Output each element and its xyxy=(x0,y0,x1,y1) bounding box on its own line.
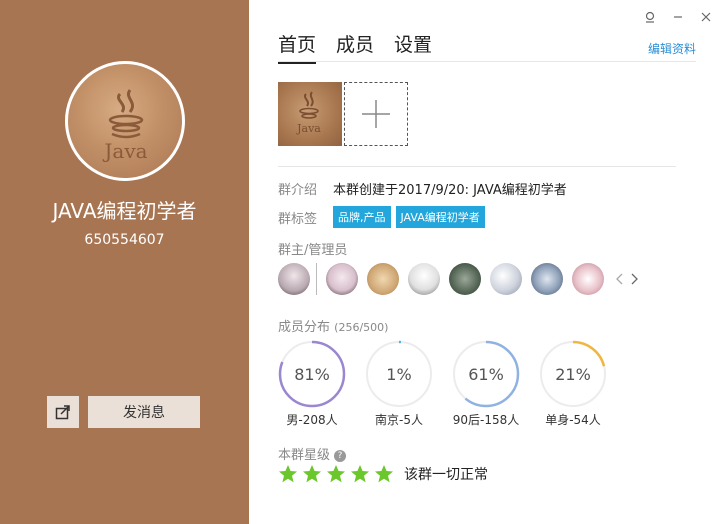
admin-avatar[interactable] xyxy=(367,263,399,295)
admin-avatar[interactable] xyxy=(490,263,522,295)
group-avatar[interactable]: Java xyxy=(65,61,185,181)
member-stats: 81% 男-208人 1% 南京-5人 61% 90后-158人 21% 单身-… xyxy=(278,340,626,428)
stat-gender[interactable]: 81% 男-208人 xyxy=(278,340,365,428)
stat-percent: 1% xyxy=(386,364,412,384)
star-icon xyxy=(303,465,321,483)
stat-label: 单身-54人 xyxy=(545,413,601,427)
chevron-left-icon[interactable] xyxy=(613,263,627,295)
close-icon[interactable] xyxy=(696,8,716,26)
svg-text:Java: Java xyxy=(102,139,147,163)
members-distribution-label: 成员分布 (256/500) xyxy=(278,316,388,335)
group-profile-panel: Java JAVA编程初学者 650554607 发消息 xyxy=(0,0,249,524)
tab-divider xyxy=(278,61,696,62)
stat-ring: 81% xyxy=(278,340,346,408)
admin-avatar[interactable] xyxy=(408,263,440,295)
svg-text:Java: Java xyxy=(296,122,321,135)
stat-ring: 61% xyxy=(452,340,520,408)
add-photo-button[interactable] xyxy=(344,82,408,146)
group-id: 650554607 xyxy=(84,232,165,248)
group-tags-row: 群标签 品牌,产品 JAVA编程初学者 xyxy=(278,206,485,228)
tab-bar: 首页 成员 设置 xyxy=(278,30,432,64)
admin-avatar[interactable] xyxy=(449,263,481,295)
send-message-button[interactable]: 发消息 xyxy=(88,396,200,428)
intro-label: 群介绍 xyxy=(278,183,318,198)
rating-status: 该群一切正常 xyxy=(404,467,488,483)
owner-avatar[interactable] xyxy=(278,263,310,295)
share-icon xyxy=(55,405,70,420)
tab-home[interactable]: 首页 xyxy=(278,30,317,64)
star-icon xyxy=(351,465,369,483)
skin-icon[interactable] xyxy=(640,8,660,26)
rating-label-row: 本群星级? xyxy=(278,444,347,463)
tab-members[interactable]: 成员 xyxy=(336,30,374,64)
tab-settings[interactable]: 设置 xyxy=(394,30,432,64)
minimize-icon[interactable] xyxy=(668,8,688,26)
edit-profile-link[interactable]: 编辑资料 xyxy=(648,40,696,57)
stat-location[interactable]: 1% 南京-5人 xyxy=(365,340,452,428)
star-rating: 该群一切正常 xyxy=(278,464,488,484)
star-icon xyxy=(375,465,393,483)
plus-icon xyxy=(362,100,390,128)
tags-label: 群标签 xyxy=(278,211,318,227)
group-intro-row: 群介绍 本群创建于2017/9/20: JAVA编程初学者 xyxy=(278,179,567,198)
section-divider xyxy=(278,166,676,167)
owner-divider xyxy=(316,263,317,295)
java-logo-icon: Java xyxy=(296,91,321,135)
help-icon[interactable]: ? xyxy=(334,449,347,462)
member-count: (256/500) xyxy=(334,321,389,334)
stat-label: 90后-158人 xyxy=(452,413,520,427)
stat-label: 南京-5人 xyxy=(375,413,423,427)
window-controls xyxy=(640,8,716,26)
stat-percent: 61% xyxy=(468,364,504,384)
star-icon xyxy=(279,465,297,483)
stat-single[interactable]: 21% 单身-54人 xyxy=(539,340,626,428)
members-label: 成员分布 xyxy=(278,320,331,335)
stat-age[interactable]: 61% 90后-158人 xyxy=(452,340,539,428)
rating-label: 本群星级 xyxy=(278,448,331,463)
star-icon xyxy=(327,465,345,483)
stat-percent: 81% xyxy=(294,364,330,384)
group-photo[interactable]: Java xyxy=(278,82,342,146)
admins-label: 群主/管理员 xyxy=(278,243,348,258)
group-tag[interactable]: JAVA编程初学者 xyxy=(395,206,485,228)
group-tag[interactable]: 品牌,产品 xyxy=(333,206,391,228)
share-button[interactable] xyxy=(47,396,79,428)
java-logo-icon: Java xyxy=(102,89,148,163)
stat-percent: 21% xyxy=(555,364,591,384)
stat-ring: 1% xyxy=(365,340,433,408)
chevron-right-icon[interactable] xyxy=(627,263,641,295)
stat-label: 男-208人 xyxy=(286,413,338,427)
admin-avatar[interactable] xyxy=(572,263,604,295)
admin-list xyxy=(278,263,641,295)
group-name: JAVA编程初学者 xyxy=(52,199,197,223)
admin-avatar[interactable] xyxy=(326,263,358,295)
intro-value: 本群创建于2017/9/20: JAVA编程初学者 xyxy=(333,183,567,198)
stat-ring: 21% xyxy=(539,340,607,408)
stars xyxy=(278,464,398,484)
admin-avatar[interactable] xyxy=(531,263,563,295)
